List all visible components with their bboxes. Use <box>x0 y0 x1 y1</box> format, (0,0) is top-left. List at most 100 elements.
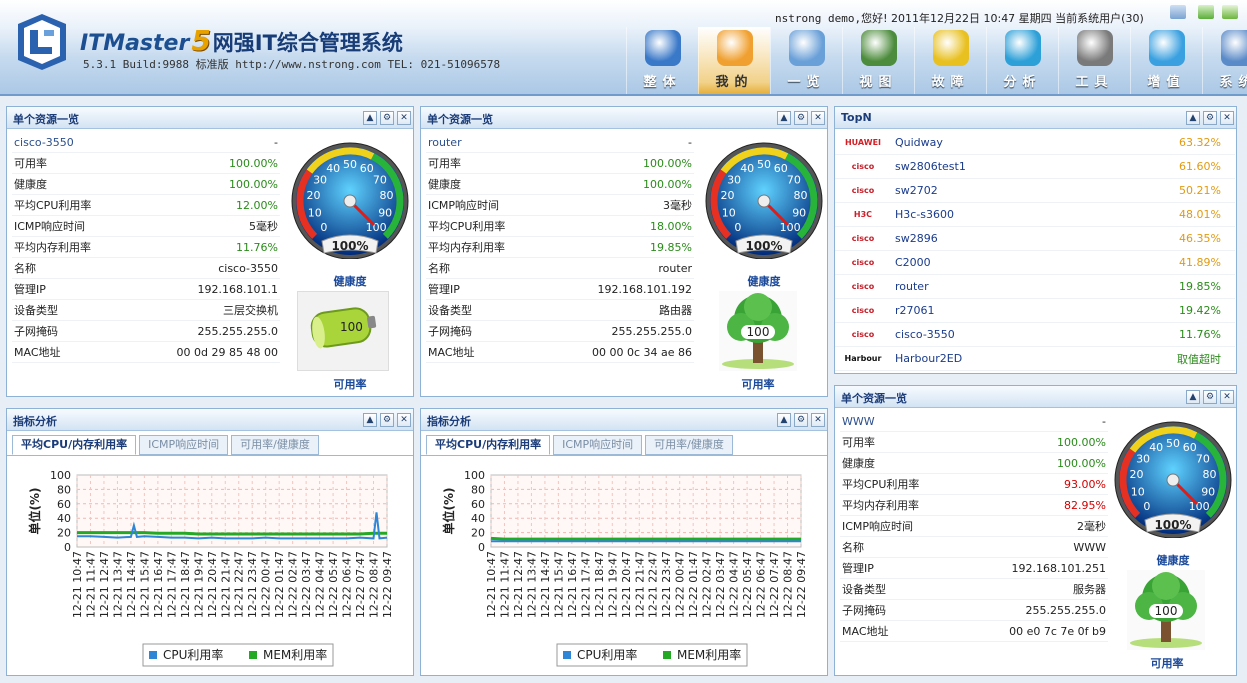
x-tick-label: 12-22 00:47 <box>674 551 687 618</box>
user-icon <box>717 30 753 66</box>
device-name[interactable]: C2000 <box>895 256 931 269</box>
topn-row[interactable]: H3C H3c-s3600 48.01% <box>835 203 1235 227</box>
y-axis-label: 单位(%) <box>441 488 456 535</box>
tab-2[interactable]: 可用率/健康度 <box>231 435 319 455</box>
resource-row: 子网掩码 255.255.255.0 <box>840 600 1108 621</box>
row-label: 设备类型 <box>428 304 472 317</box>
exit-icon[interactable] <box>1222 5 1238 19</box>
device-name[interactable]: H3c-s3600 <box>895 208 954 221</box>
y-tick-label: 40 <box>471 512 485 525</box>
gauge-tick-label: 90 <box>1201 485 1215 498</box>
settings-icon[interactable]: ⚙ <box>1203 111 1217 125</box>
itmaster-logo-icon <box>18 14 66 70</box>
tab-0[interactable]: 平均CPU/内存利用率 <box>426 435 551 455</box>
collapse-icon[interactable]: ▲ <box>1186 111 1200 125</box>
topn-row[interactable]: cisco C2000 41.89% <box>835 251 1235 275</box>
panel-header: 单个资源一览 ▲ ⚙ ✕ <box>421 107 827 129</box>
collapse-icon[interactable]: ▲ <box>363 413 377 427</box>
plus-icon <box>1149 30 1185 66</box>
topn-list: HUAWEI Quidway 63.32% cisco sw2806test1 61.60… <box>835 131 1235 371</box>
device-name[interactable]: router <box>895 280 929 293</box>
collapse-icon[interactable]: ▲ <box>777 413 791 427</box>
row-value: 00 0d 29 85 48 00 <box>176 345 278 359</box>
x-tick-label: 12-22 00:47 <box>260 551 273 618</box>
gauge-tick-label: 30 <box>313 173 327 186</box>
close-icon[interactable]: ✕ <box>1220 111 1234 125</box>
panel-header: 单个资源一览 ▲ ⚙ ✕ <box>7 107 413 129</box>
nav-warning[interactable]: 故障 <box>914 27 986 94</box>
topn-row[interactable]: cisco sw2806test1 61.60% <box>835 155 1235 179</box>
nav-user[interactable]: 我的 <box>698 27 770 94</box>
nav-plus[interactable]: 增值 <box>1130 27 1202 94</box>
vendor-logo: HUAWEI <box>844 138 882 147</box>
topn-row[interactable]: cisco sw2702 50.21% <box>835 179 1235 203</box>
nav-system[interactable]: 系统 <box>1202 27 1247 94</box>
resource-name[interactable]: router <box>428 136 462 149</box>
topn-row[interactable]: cisco router 19.85% <box>835 275 1235 299</box>
nav-monitor[interactable]: 整体 <box>626 27 698 94</box>
close-icon[interactable]: ✕ <box>811 111 825 125</box>
availability-value: 100 <box>1149 604 1183 618</box>
device-name[interactable]: r27061 <box>895 304 935 317</box>
nav-tools[interactable]: 工具 <box>1058 27 1130 94</box>
settings-icon[interactable]: ⚙ <box>1203 390 1217 404</box>
resource-row: 健康度 100.00% <box>426 174 694 195</box>
gauge-tick-label: 100 <box>780 221 801 234</box>
device-value: 19.42% <box>1179 304 1221 317</box>
settings-icon[interactable]: ⚙ <box>380 413 394 427</box>
tab-0[interactable]: 平均CPU/内存利用率 <box>12 435 137 455</box>
row-value: 100.00% <box>643 177 692 191</box>
settings-icon[interactable]: ⚙ <box>794 111 808 125</box>
nav-server-rack[interactable]: 视图 <box>842 27 914 94</box>
vendor-logo: Harbour <box>844 354 882 363</box>
x-tick-label: 12-21 15:47 <box>138 551 151 618</box>
row-value: 路由器 <box>659 304 692 317</box>
gauge-tick-label: 60 <box>360 162 374 175</box>
row-label: 设备类型 <box>842 583 886 596</box>
version-info: 5.3.1 Build:9988 标准版 http://www.nstrong.… <box>83 58 501 71</box>
device-name[interactable]: sw2806test1 <box>895 160 966 173</box>
x-tick-label: 12-21 11:47 <box>498 551 511 618</box>
collapse-icon[interactable]: ▲ <box>363 111 377 125</box>
tab-1[interactable]: ICMP响应时间 <box>553 435 643 455</box>
close-icon[interactable]: ✕ <box>397 111 411 125</box>
gauge-tick-label: 70 <box>1196 452 1210 465</box>
row-label: 名称 <box>428 262 450 275</box>
nav-pie-chart[interactable]: 分析 <box>986 27 1058 94</box>
topn-row[interactable]: HUAWEI Quidway 63.32% <box>835 131 1235 155</box>
x-tick-label: 12-22 02:47 <box>701 551 714 618</box>
close-icon[interactable]: ✕ <box>397 413 411 427</box>
row-label: 平均CPU利用率 <box>14 199 92 212</box>
device-name[interactable]: Quidway <box>895 136 943 149</box>
x-tick-label: 12-21 12:47 <box>512 551 525 618</box>
settings-icon[interactable]: ⚙ <box>794 413 808 427</box>
nav-overview[interactable]: 一览 <box>770 27 842 94</box>
status-bar: nstrong demo,您好! 2011年12月22日 10:47 星期四 当… <box>775 12 1144 25</box>
resource-name[interactable]: cisco-3550 <box>14 136 74 149</box>
resource-name[interactable]: WWW <box>842 415 875 428</box>
topn-row[interactable]: Harbour Harbour2ED 取值超时 <box>835 347 1235 371</box>
topn-row[interactable]: cisco cisco-3550 11.76% <box>835 323 1235 347</box>
x-tick-label: 12-22 04:47 <box>314 551 327 618</box>
device-name[interactable]: sw2896 <box>895 232 938 245</box>
collapse-icon[interactable]: ▲ <box>777 111 791 125</box>
refresh-icon[interactable] <box>1198 5 1214 19</box>
tab-2[interactable]: 可用率/健康度 <box>645 435 733 455</box>
resource-row: 名称 WWW <box>840 537 1108 558</box>
topn-row[interactable]: cisco r27061 19.42% <box>835 299 1235 323</box>
row-value: cisco-3550 <box>218 261 278 275</box>
series-line-1 <box>77 531 387 536</box>
availability-value: 100 <box>741 325 775 339</box>
device-name[interactable]: cisco-3550 <box>895 328 955 341</box>
device-name[interactable]: Harbour2ED <box>895 352 962 365</box>
collapse-icon[interactable]: ▲ <box>1186 390 1200 404</box>
settings-icon[interactable]: ⚙ <box>380 111 394 125</box>
tab-1[interactable]: ICMP响应时间 <box>139 435 229 455</box>
device-name[interactable]: sw2702 <box>895 184 938 197</box>
topn-row[interactable]: cisco sw2896 46.35% <box>835 227 1235 251</box>
close-icon[interactable]: ✕ <box>811 413 825 427</box>
x-tick-label: 12-21 14:47 <box>125 551 138 618</box>
vendor-logo: cisco <box>851 330 875 339</box>
close-icon[interactable]: ✕ <box>1220 390 1234 404</box>
speaker-icon[interactable] <box>1170 5 1186 19</box>
